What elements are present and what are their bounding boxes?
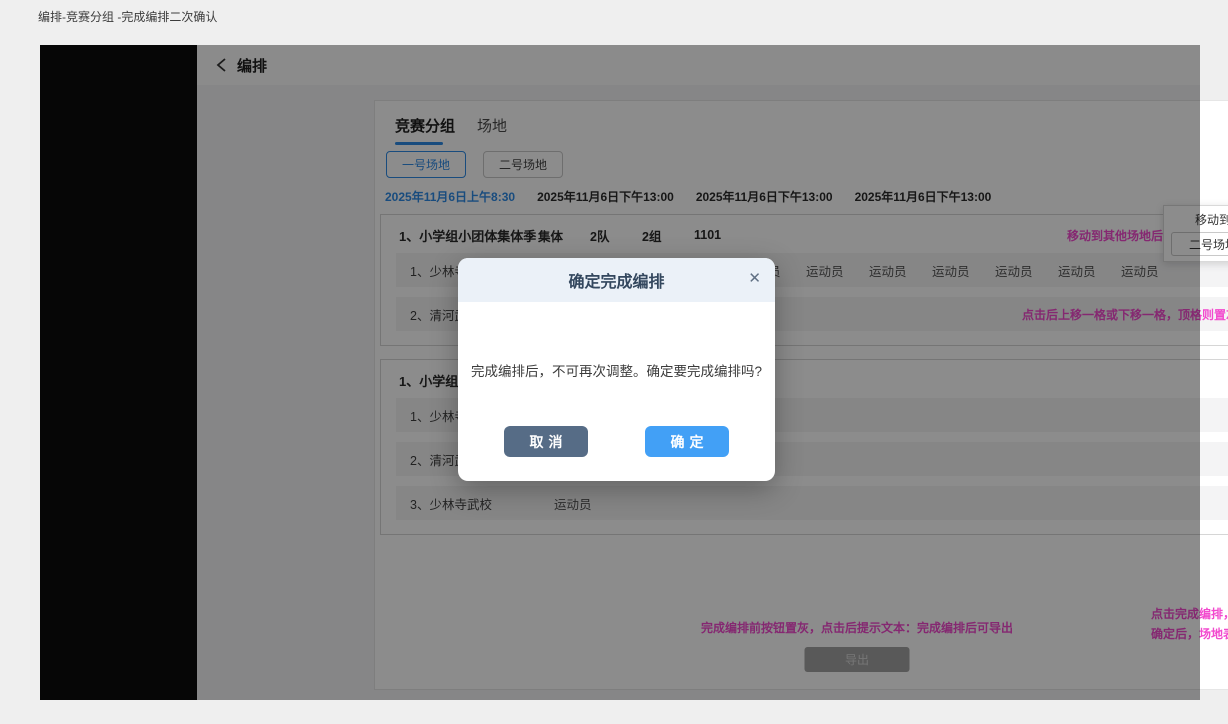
modal-message: 完成编排后，不可再次调整。确定要完成编排吗? [458,360,775,380]
modal-header: 确定完成编排 ✕ [458,258,775,302]
cancel-button[interactable]: 取消 [504,426,588,457]
page-annotation-title: 编排-竞赛分组 -完成编排二次确认 [38,8,217,25]
modal-title: 确定完成编排 [568,268,664,292]
modal-actions: 取消 确定 [458,426,775,457]
confirm-button[interactable]: 确定 [645,426,729,457]
confirm-modal: 确定完成编排 ✕ 完成编排后，不可再次调整。确定要完成编排吗? 取消 确定 [458,258,775,481]
close-icon[interactable]: ✕ [748,271,761,286]
